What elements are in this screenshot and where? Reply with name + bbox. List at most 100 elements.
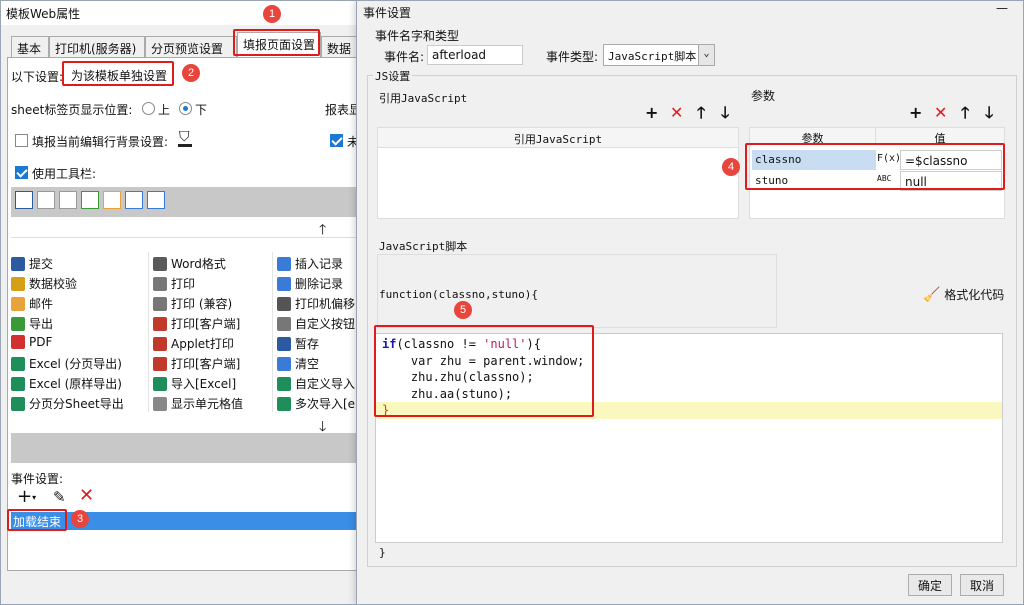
- use-toolbar-checkbox[interactable]: [15, 166, 28, 179]
- toolbar-button-label: 打印[客户端]: [171, 357, 241, 371]
- delete-icon[interactable]: ✕: [670, 105, 683, 121]
- edit-event-icon[interactable]: ✎: [53, 488, 66, 506]
- param-value-cell[interactable]: =$classno: [900, 150, 1002, 170]
- toolbar-button-item[interactable]: 打印 (兼容): [153, 292, 273, 312]
- event-type-select[interactable]: JavaScript脚本 ⌄: [603, 44, 715, 66]
- toolbar-button-label: 打印[客户端]: [171, 317, 241, 331]
- sheet-position-down-radio[interactable]: [179, 102, 192, 115]
- param-type-icon[interactable]: F(x): [877, 150, 899, 170]
- add-icon[interactable]: +: [645, 105, 658, 121]
- toolbar-button-item[interactable]: Applet打印: [153, 332, 273, 352]
- dialog-close-button[interactable]: —: [987, 1, 1017, 15]
- toolbar-button-label: 导入[Excel]: [171, 377, 237, 391]
- param-type-icon[interactable]: ABC: [877, 171, 899, 191]
- mail-icon[interactable]: [103, 191, 121, 209]
- mail-icon: [11, 297, 25, 311]
- toolbar-button-label: 暂存: [295, 337, 320, 351]
- ref-js-label: 引用JavaScript: [379, 92, 468, 105]
- annotation-badge-1: 1: [263, 5, 281, 23]
- excel-icon: [277, 377, 291, 391]
- eraser-icon: [277, 357, 291, 371]
- toolbar-button-item[interactable]: 数据校验: [11, 272, 149, 292]
- sheet-position-label: sheet标签页显示位置:: [11, 103, 133, 117]
- cancel-button[interactable]: 取消: [960, 574, 1004, 596]
- printer-icon[interactable]: [59, 191, 77, 209]
- toolbar-button-label: 清空: [295, 357, 320, 371]
- param-name-cell[interactable]: classno: [752, 150, 876, 170]
- excel-icon: [11, 377, 25, 391]
- printer-icon: [153, 297, 167, 311]
- toolbar-button-item[interactable]: PDF: [11, 332, 149, 352]
- toolbar-button-item[interactable]: 插入记录: [277, 252, 359, 272]
- param-down-icon[interactable]: 🡓: [985, 105, 993, 121]
- toolbar-button-item[interactable]: 多次导入[e: [277, 392, 359, 412]
- sheet-position-up-radio[interactable]: [142, 102, 155, 115]
- applet-icon: [153, 337, 167, 351]
- toolbar-button-item[interactable]: 打印[客户端]: [153, 312, 273, 332]
- fill-color-icon[interactable]: ⛉: [177, 129, 193, 147]
- toolbar-button-item[interactable]: 显示单元格值: [153, 392, 273, 412]
- toolbar-button-item[interactable]: 暂存: [277, 332, 359, 352]
- arrow-down-icon[interactable]: 🡓: [721, 105, 729, 121]
- setting-dropdown[interactable]: 为该模板单独设置 ⌄: [65, 64, 195, 86]
- toolbar-button-item[interactable]: 清空: [277, 352, 359, 372]
- delete-event-icon[interactable]: ✕: [79, 485, 94, 506]
- window-title: 模板Web属性: [1, 1, 371, 25]
- toolbar-button-item[interactable]: 导入[Excel]: [153, 372, 273, 392]
- toolbar-button-label: 多次导入[e: [295, 397, 356, 411]
- toolbar-button-item[interactable]: 自定义按钮: [277, 312, 359, 332]
- tab-page-preview[interactable]: 分页预览设置: [145, 36, 237, 57]
- param-value-cell[interactable]: null: [900, 171, 1002, 191]
- toolbar-button-item[interactable]: 自定义导入: [277, 372, 359, 392]
- event-name-field[interactable]: afterload: [427, 45, 523, 65]
- param-delete-icon[interactable]: ✕: [934, 105, 947, 121]
- toolbar-button-item[interactable]: 打印[客户端]: [153, 352, 273, 372]
- tab-printer-server[interactable]: 打印机(服务器): [49, 36, 145, 57]
- toolbar-button-item[interactable]: Excel (分页导出): [11, 352, 149, 372]
- toolbar-button-item[interactable]: 删除记录: [277, 272, 359, 292]
- bg-setting-checkbox[interactable]: [15, 134, 28, 147]
- toolbar-button-item[interactable]: Excel (原样导出): [11, 372, 149, 392]
- format-code-button[interactable]: 🧹 格式化代码: [923, 286, 1004, 303]
- arrow-up-icon[interactable]: 🡑: [697, 105, 705, 121]
- toolbar-button-item[interactable]: 邮件: [11, 292, 149, 312]
- toolbar-button-item[interactable]: Word格式: [153, 252, 273, 272]
- save-icon: [11, 257, 25, 271]
- add-event-button[interactable]: +▾: [17, 486, 36, 507]
- save-icon: [277, 337, 291, 351]
- printer-client-icon: [153, 357, 167, 371]
- code-line-3: zhu.zhu(classno);: [382, 370, 534, 384]
- bg-setting-label: 填报当前编辑行背景设置:: [32, 135, 169, 149]
- right-option-checkbox[interactable]: [330, 134, 343, 147]
- param-add-icon[interactable]: +: [909, 105, 922, 121]
- code-editor[interactable]: if(classno != 'null'){ var zhu = parent.…: [375, 333, 1003, 543]
- save-icon[interactable]: [15, 191, 33, 209]
- toolbar-button-label: PDF: [29, 335, 53, 349]
- export-icon[interactable]: [81, 191, 99, 209]
- tab-fill-page-settings[interactable]: 填报页面设置: [237, 32, 321, 57]
- excel-icon: [277, 397, 291, 411]
- toolbar-button-item[interactable]: 打印机偏移: [277, 292, 359, 312]
- toolbar-button-label: 导出: [29, 317, 54, 331]
- param-name-cell[interactable]: stuno: [752, 171, 876, 191]
- tree-icon[interactable]: [125, 191, 143, 209]
- toolbar-button-item[interactable]: 打印: [153, 272, 273, 292]
- window-icon[interactable]: [147, 191, 165, 209]
- params-table: 参数 值 classno F(x) =$classno stuno ABC nu…: [749, 127, 1005, 219]
- ok-button[interactable]: 确定: [908, 574, 952, 596]
- toolbar-button-item[interactable]: 导出: [11, 312, 149, 332]
- toolbar-button-label: 打印 (兼容): [171, 297, 233, 311]
- annotation-badge-5: 5: [454, 301, 472, 319]
- param-up-icon[interactable]: 🡑: [961, 105, 969, 121]
- excel-icon: [11, 397, 25, 411]
- button-list: 提交 Word格式 插入记录 数据校验 打印 删除记录 邮件 打印 (兼容) 打印机偏移 导出 打印…: [11, 237, 359, 433]
- tab-basic[interactable]: 基本: [11, 36, 49, 57]
- event-type-label: 事件类型:: [546, 50, 599, 64]
- tab-data[interactable]: 数据: [321, 36, 361, 57]
- toolbar-button-item[interactable]: 分页分Sheet导出: [11, 392, 149, 412]
- function-signature: function(classno,stuno){: [379, 288, 538, 301]
- toolbar-button-item[interactable]: 提交: [11, 252, 149, 272]
- pencil-icon[interactable]: [37, 191, 55, 209]
- code-line-2: var zhu = parent.window;: [382, 353, 585, 368]
- event-list-item-selected[interactable]: 加载结束: [11, 512, 359, 530]
